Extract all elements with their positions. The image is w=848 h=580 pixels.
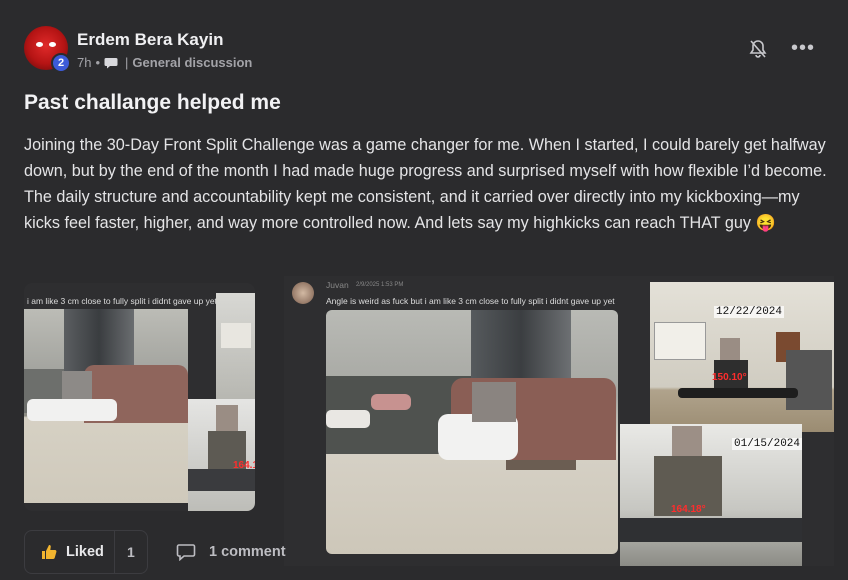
angle-label-bottom: 164.18°: [671, 504, 706, 515]
meta-separator: |: [125, 55, 129, 70]
thumbs-up-icon: [42, 545, 57, 559]
like-count: 1: [127, 544, 135, 560]
chat-avatar: [292, 282, 314, 304]
like-label: Liked: [66, 544, 104, 560]
photo-side: [216, 293, 255, 403]
post-meta: 7h • | General discussion: [77, 55, 252, 70]
photo-split-small: [188, 399, 255, 511]
photo-split-1: [650, 282, 834, 432]
date-label-bottom: 01/15/2024: [732, 438, 803, 450]
post-image-1[interactable]: i am like 3 cm close to fully split i di…: [24, 283, 255, 511]
comment-label: 1 comment: [209, 544, 286, 560]
post-body: Joining the 30-Day Front Split Challenge…: [24, 136, 827, 232]
chat-bubble-icon: [104, 57, 118, 68]
comment-icon: [176, 544, 196, 561]
author-name[interactable]: Erdem Bera Kayin: [77, 30, 223, 50]
chat-message: Angle is weird as fuck but i am like 3 c…: [326, 296, 615, 306]
more-dots-icon[interactable]: •••: [791, 38, 815, 58]
post-time: 7h: [77, 55, 92, 70]
bell-off-icon[interactable]: [747, 38, 769, 60]
level-badge: 2: [51, 53, 71, 73]
like-button[interactable]: Liked 1: [24, 530, 148, 574]
angle-label-top: 150.10°: [712, 372, 747, 383]
meta-dot: •: [95, 55, 101, 70]
chat-time: 2/9/2025 1:53 PM: [356, 282, 404, 288]
post-title: Past challange helped me: [24, 91, 281, 114]
comment-button[interactable]: 1 comment: [176, 540, 286, 564]
angle-label-small: 164.1: [233, 460, 255, 471]
chat-user: Juvan: [326, 280, 349, 290]
photo-pushup: [326, 310, 618, 554]
image-caption: i am like 3 cm close to fully split i di…: [27, 296, 217, 306]
post-image-2[interactable]: Juvan 2/9/2025 1:53 PM Angle is weird as…: [284, 276, 834, 566]
channel-link[interactable]: General discussion: [132, 55, 252, 70]
date-label-top: 12/22/2024: [714, 306, 785, 318]
like-divider: [114, 531, 115, 573]
photo-room: [24, 309, 188, 503]
